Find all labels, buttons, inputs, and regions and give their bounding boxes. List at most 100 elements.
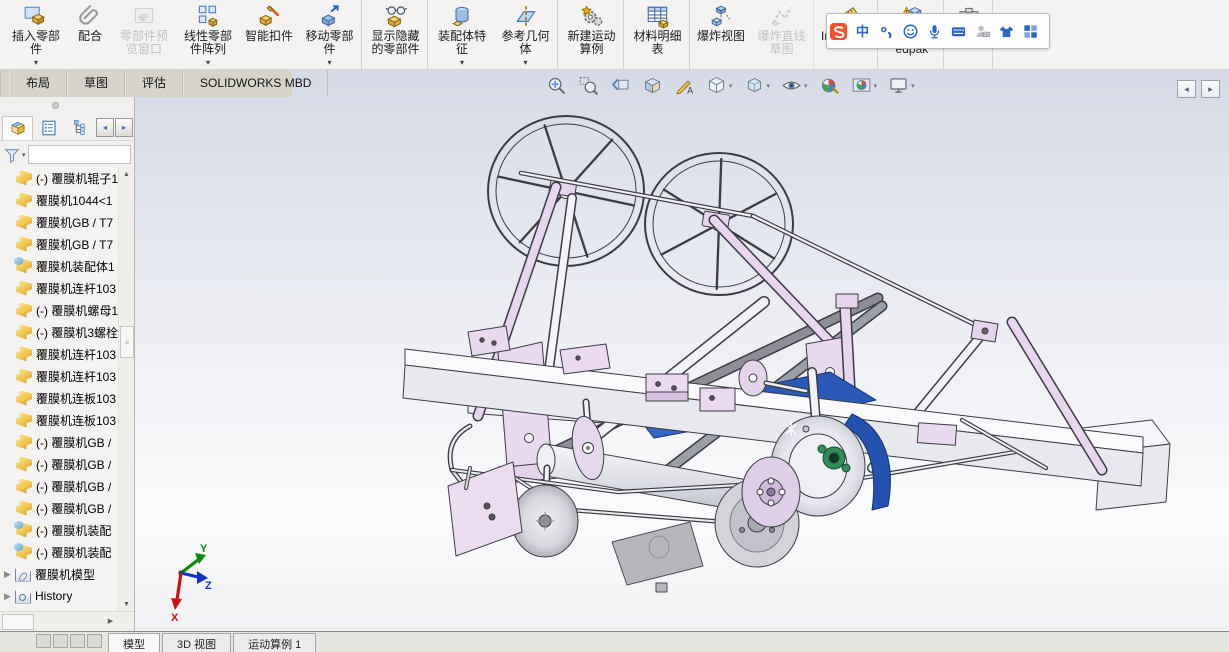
emoji-icon[interactable]: [902, 23, 919, 40]
filter-funnel-icon[interactable]: [4, 147, 20, 163]
tree-item[interactable]: (-) 覆膜机螺母1: [0, 299, 119, 321]
expand-arrow-icon[interactable]: ▶: [4, 591, 15, 602]
tree-item[interactable]: ▶ 覆膜机模型: [0, 563, 119, 585]
skin-icon[interactable]: [998, 23, 1015, 40]
ribbon-button[interactable]: 移动零部件 ▾: [298, 0, 363, 69]
commandmanager-tab[interactable]: 布局: [9, 70, 68, 97]
tree-item[interactable]: (-) 覆膜机GB /: [0, 431, 119, 453]
headsup-button[interactable]: ▾: [887, 75, 916, 96]
chinese-mode-icon[interactable]: [854, 23, 871, 40]
scrollbar-thumb[interactable]: ≡: [120, 326, 134, 358]
tree-item[interactable]: (-) 覆膜机GB /: [0, 497, 119, 519]
filter-dropdown-caret-icon[interactable]: ▾: [22, 151, 26, 159]
pane-toggle-left-button[interactable]: ◂: [1177, 80, 1196, 98]
ribbon-button[interactable]: 参考几何体 ▾: [494, 0, 559, 69]
tab-nav-first-button[interactable]: [36, 634, 51, 648]
ribbon-button[interactable]: 爆炸视图: [692, 0, 750, 69]
ribbon-button[interactable]: 配合: [68, 0, 112, 69]
panel-splitter-handle[interactable]: [52, 102, 59, 109]
tree-item[interactable]: 覆膜机连杆103: [0, 343, 119, 365]
commandmanager-tab[interactable]: SOLIDWORKS MBD: [183, 70, 329, 97]
ribbon-button[interactable]: 爆炸直线草图: [750, 0, 815, 69]
scroll-right-arrow-icon[interactable]: ▶: [103, 614, 118, 628]
document-view-tab[interactable]: 3D 视图: [162, 633, 232, 652]
tab-nav-buttons: [36, 634, 102, 652]
toolbox-icon[interactable]: [1022, 23, 1039, 40]
tree-item[interactable]: 覆膜机1044<1: [0, 189, 119, 211]
dropdown-caret-icon[interactable]: ▾: [874, 82, 878, 90]
featuremanager-tab[interactable]: [2, 116, 33, 140]
tab-nav-last-button[interactable]: [87, 634, 102, 648]
ribbon-button[interactable]: 插入零部件 ▾: [4, 0, 68, 69]
graphics-area[interactable]: Y Z X ▾ ▾ ▾ ▾ ▾ ◂ ▸: [135, 70, 1229, 631]
tree-item[interactable]: 覆膜机连杆103: [0, 365, 119, 387]
headsup-button[interactable]: ▾: [705, 75, 734, 96]
tree-item[interactable]: 覆膜机连板103: [0, 409, 119, 431]
tree-item[interactable]: (-) 覆膜机3螺栓: [0, 321, 119, 343]
part: [16, 369, 32, 384]
tree-item[interactable]: (-) 覆膜机辊子1: [0, 167, 119, 189]
ribbon-button[interactable]: 零部件预览窗口: [112, 0, 176, 69]
dropdown-caret-icon[interactable]: ▾: [328, 59, 332, 67]
ribbon-button[interactable]: 材料明细表: [626, 0, 691, 69]
scroll-up-arrow-icon[interactable]: ▲: [119, 167, 134, 182]
ribbon-button[interactable]: 显示隐藏的零部件: [364, 0, 429, 69]
headsup-button[interactable]: [609, 75, 632, 96]
pane-toggle-right-button[interactable]: ▸: [1201, 80, 1220, 98]
headsup-button[interactable]: [545, 75, 568, 96]
propertymanager-tab[interactable]: [33, 116, 64, 140]
soft-keyboard-icon[interactable]: [950, 23, 967, 40]
hide-show-items-icon: [781, 75, 802, 96]
model-3d-view[interactable]: Y Z X: [135, 70, 1229, 631]
tree-item[interactable]: ▶ History: [0, 585, 119, 607]
document-view-tab[interactable]: 运动算例 1: [233, 633, 317, 652]
dropdown-caret-icon[interactable]: ▾: [911, 82, 915, 90]
tab-nav-prev-button[interactable]: [53, 634, 68, 648]
dropdown-caret-icon[interactable]: ▾: [524, 59, 528, 67]
commandmanager-tab[interactable]: 草图: [67, 70, 126, 97]
new-motion-study-icon: [579, 3, 605, 29]
tree-item[interactable]: 覆膜机连杆103: [0, 277, 119, 299]
ribbon-button[interactable]: 智能扣件: [240, 0, 298, 69]
voice-input-icon[interactable]: [926, 23, 943, 40]
ribbon-button[interactable]: 装配体特征 ▾: [430, 0, 494, 69]
headsup-button[interactable]: [818, 75, 841, 96]
ribbon-button[interactable]: 新建运动算例: [560, 0, 625, 69]
document-view-tab[interactable]: 模型: [108, 633, 160, 652]
dropdown-caret-icon[interactable]: ▾: [206, 59, 210, 67]
tree-item[interactable]: 覆膜机连板103: [0, 387, 119, 409]
login-badge-icon[interactable]: [974, 23, 991, 40]
configurationmanager-tab[interactable]: [64, 116, 95, 140]
dropdown-caret-icon[interactable]: ▾: [804, 82, 808, 90]
expand-arrow-icon[interactable]: ▶: [4, 569, 15, 580]
tree-item[interactable]: (-) 覆膜机装配: [0, 541, 119, 563]
dropdown-caret-icon[interactable]: ▾: [34, 59, 38, 67]
tree-item[interactable]: 覆膜机GB / T7: [0, 211, 119, 233]
ribbon-button[interactable]: 线性零部件阵列 ▾: [176, 0, 240, 69]
punctuation-mode-icon[interactable]: [878, 23, 895, 40]
tree-filter-input[interactable]: [27, 145, 131, 164]
tree-item[interactable]: 覆膜机装配体1: [0, 255, 119, 277]
tree-horizontal-scrollbar[interactable]: ▶: [0, 611, 134, 631]
dropdown-caret-icon[interactable]: ▾: [460, 59, 464, 67]
scroll-down-arrow-icon[interactable]: ▼: [119, 597, 134, 612]
tree-item[interactable]: (-) 覆膜机GB /: [0, 475, 119, 497]
dropdown-caret-icon[interactable]: ▾: [767, 82, 771, 90]
tree-vertical-scrollbar[interactable]: ▲ ≡ ▼: [118, 167, 134, 612]
headsup-button[interactable]: ▾: [850, 75, 879, 96]
headsup-button[interactable]: [641, 75, 664, 96]
panel-tab-forward-button[interactable]: ▸: [115, 118, 133, 137]
tab-nav-next-button[interactable]: [70, 634, 85, 648]
headsup-button[interactable]: [577, 75, 600, 96]
commandmanager-tab[interactable]: 评估: [125, 70, 184, 97]
scrollbar-thumb[interactable]: [2, 614, 34, 630]
headsup-button[interactable]: [673, 75, 696, 96]
tree-item[interactable]: (-) 覆膜机GB /: [0, 453, 119, 475]
sogou-logo-icon[interactable]: [830, 23, 847, 40]
tree-item[interactable]: 覆膜机GB / T7: [0, 233, 119, 255]
dropdown-caret-icon[interactable]: ▾: [729, 82, 733, 90]
headsup-button[interactable]: ▾: [743, 75, 772, 96]
tree-item[interactable]: (-) 覆膜机装配: [0, 519, 119, 541]
headsup-button[interactable]: ▾: [780, 75, 809, 96]
panel-tab-back-button[interactable]: ◂: [96, 118, 114, 137]
